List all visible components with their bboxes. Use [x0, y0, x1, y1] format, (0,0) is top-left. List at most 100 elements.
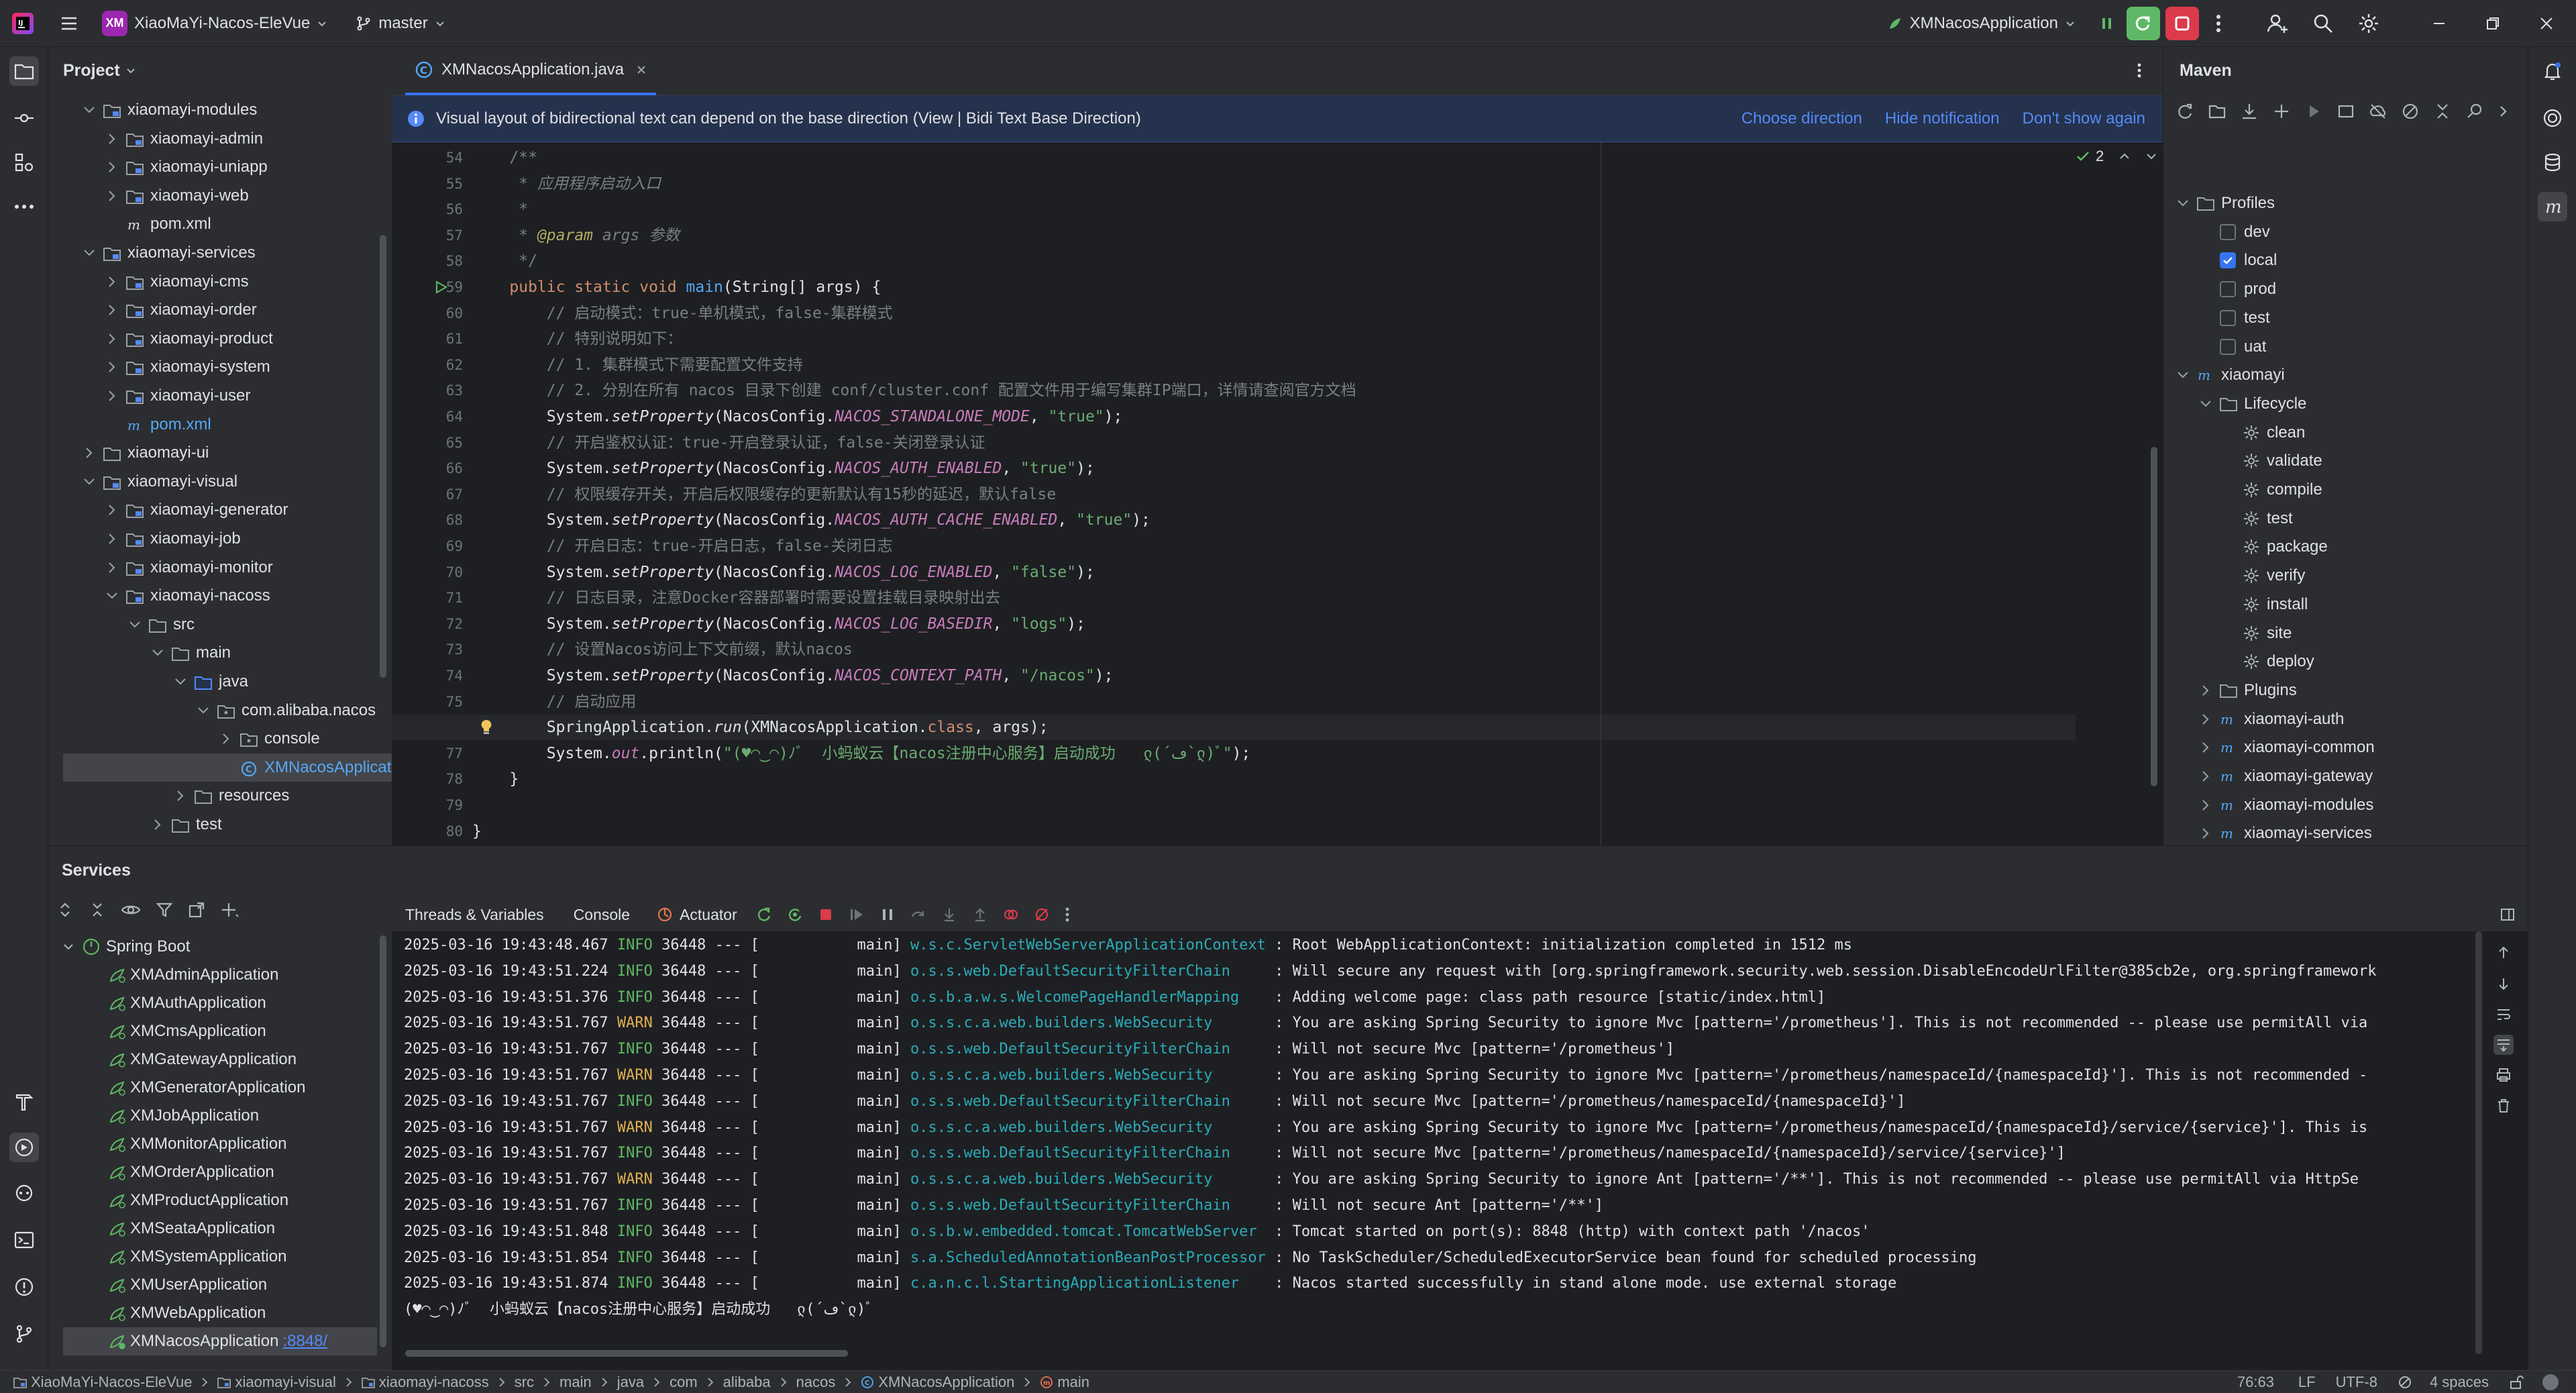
maven-tree-row[interactable]: local	[2198, 246, 2277, 274]
maven-tree-row[interactable]: test	[2221, 505, 2293, 533]
project-tree-row[interactable]: xiaomayi-ui	[48, 439, 392, 467]
project-tree-row[interactable]: xiaomayi-services	[48, 239, 392, 267]
project-tree-row[interactable]: xiaomayi-nacoss	[48, 582, 392, 610]
print-icon[interactable]	[2496, 1067, 2512, 1083]
mute-breakpoints-icon[interactable]	[1034, 907, 1050, 923]
project-tree-row[interactable]: m pom.xml	[48, 411, 392, 439]
stop-button[interactable]	[2165, 6, 2199, 40]
services-tool-button[interactable]	[9, 1133, 39, 1162]
project-tree-row[interactable]: xiaomayi-job	[48, 525, 392, 553]
maven-tree-row[interactable]: m xiaomayi-gateway	[2198, 762, 2373, 790]
maven-tree-row[interactable]: dev	[2198, 218, 2270, 246]
file-encoding[interactable]: UTF-8	[2336, 1374, 2377, 1391]
arrow-down-icon[interactable]	[2496, 976, 2512, 992]
code-with-me-button[interactable]	[2261, 7, 2294, 40]
pause-icon[interactable]	[879, 907, 896, 923]
maven-tree-row[interactable]: m xiaomayi-common	[2198, 733, 2375, 762]
breadcrumb-item[interactable]: xiaomayi-visual	[217, 1374, 336, 1391]
project-tree-row[interactable]: xiaomayi-visual	[48, 468, 392, 496]
service-app-item[interactable]: XMGeneratorApplication	[48, 1074, 392, 1102]
project-tree-row[interactable]: com.alibaba.nacos	[48, 696, 392, 725]
breadcrumb-item[interactable]: src	[515, 1374, 534, 1391]
tab-actuator[interactable]: Actuator	[680, 906, 737, 924]
minimize-button[interactable]	[2412, 0, 2466, 47]
editor-scrollbar[interactable]	[2151, 447, 2157, 786]
git-tool-button[interactable]	[9, 1319, 39, 1349]
maven-tree-row[interactable]: compile	[2221, 476, 2322, 504]
terminal-tool-button[interactable]	[9, 1225, 39, 1255]
maven-tree-row[interactable]: verify	[2221, 562, 2305, 590]
project-tree-row[interactable]: xiaomayi-cms	[48, 268, 392, 296]
dont-show-again-link[interactable]: Don't show again	[2023, 109, 2145, 128]
maven-tree-row[interactable]: uat	[2198, 333, 2266, 361]
breadcrumb-item[interactable]: m main	[1040, 1374, 1089, 1391]
project-tree-row[interactable]: xiaomayi-modules	[48, 96, 392, 124]
maven-tree-row[interactable]: Lifecycle	[2198, 390, 2306, 418]
eye-icon[interactable]	[121, 901, 141, 919]
maven-tree-row[interactable]: deploy	[2221, 648, 2314, 676]
project-tree-row[interactable]: xiaomayi-uniapp	[48, 153, 392, 181]
more-actions-button[interactable]	[2203, 7, 2234, 40]
expand-all-icon[interactable]	[56, 901, 74, 919]
maven-tree-row[interactable]: package	[2221, 533, 2328, 561]
service-app-item[interactable]: XMJobApplication	[48, 1102, 392, 1130]
breadcrumb-item[interactable]: java	[617, 1374, 644, 1391]
branch-switcher[interactable]: master	[347, 7, 453, 40]
checkbox[interactable]	[2220, 309, 2236, 326]
choose-direction-link[interactable]: Choose direction	[1741, 109, 1862, 128]
main-menu-button[interactable]	[51, 7, 87, 40]
inspection-widget[interactable]: 2	[2076, 145, 2157, 168]
project-tree-row[interactable]: java	[48, 668, 392, 696]
step-over-icon[interactable]	[910, 907, 926, 923]
project-scrollbar[interactable]	[380, 235, 386, 678]
checkbox[interactable]	[2220, 338, 2236, 355]
tab-threads-variables[interactable]: Threads & Variables	[405, 906, 544, 924]
services-tree-scrollbar[interactable]	[380, 935, 386, 1347]
resume-icon[interactable]	[849, 907, 865, 923]
project-tree-row[interactable]: console	[48, 725, 392, 753]
build-tool-button[interactable]	[9, 1087, 39, 1117]
project-tree-row[interactable]: C XMNacosApplicati	[63, 753, 392, 782]
pause-button[interactable]	[2090, 7, 2124, 40]
line-separator[interactable]: LF	[2298, 1374, 2316, 1391]
checkbox[interactable]	[2220, 223, 2236, 240]
new-tab-icon[interactable]	[188, 901, 205, 919]
arrow-up-icon[interactable]	[2496, 945, 2512, 961]
breadcrumb-item[interactable]: nacos	[796, 1374, 836, 1391]
project-tree-row[interactable]: target	[48, 839, 392, 845]
project-tree-row[interactable]: src	[48, 611, 392, 639]
checkbox-checked[interactable]	[2220, 252, 2236, 269]
app-port-link[interactable]: :8848/	[282, 1332, 327, 1351]
restart-debug-icon[interactable]	[787, 907, 803, 923]
problems-alt-tool-button[interactable]	[9, 1178, 39, 1208]
service-app-item[interactable]: XMProductApplication	[48, 1186, 392, 1215]
maven-tree-row[interactable]: m xiaomayi	[2176, 361, 2285, 389]
tab-console[interactable]: Console	[574, 906, 630, 924]
breadcrumb-item[interactable]: C XMNacosApplication	[861, 1374, 1014, 1391]
close-window-button[interactable]	[2520, 0, 2573, 47]
maven-tree-row[interactable]: install	[2221, 590, 2308, 619]
breadcrumb-item[interactable]: xiaomayi-nacoss	[361, 1374, 489, 1391]
maven-tree-row[interactable]: m xiaomayi-services	[2198, 819, 2372, 847]
service-app-item[interactable]: XMSeataApplication	[48, 1215, 392, 1243]
project-tree-row[interactable]: test	[48, 811, 392, 839]
commit-tool-button[interactable]	[9, 103, 39, 133]
soft-wrap-icon[interactable]	[2496, 1007, 2512, 1023]
maven-tree-row[interactable]: m xiaomayi-auth	[2198, 705, 2344, 733]
rerun-icon[interactable]	[756, 907, 772, 923]
project-tree-row[interactable]: main	[48, 639, 392, 667]
lock-open-icon[interactable]	[2509, 1375, 2524, 1390]
console-vscrollbar[interactable]	[2475, 931, 2482, 1354]
filter-icon[interactable]	[156, 901, 173, 919]
structure-tool-button[interactable]	[9, 148, 39, 177]
service-app-item[interactable]: XMUserApplication	[48, 1271, 392, 1299]
run-config-selector[interactable]: XMNacosApplication	[1879, 7, 2084, 40]
service-app-item[interactable]: XMWebApplication	[48, 1299, 392, 1327]
console-hscrollbar[interactable]	[405, 1350, 848, 1357]
more-tools-button[interactable]	[9, 192, 39, 221]
service-app-item[interactable]: XMAuthApplication	[48, 989, 392, 1017]
service-app-item[interactable]: XMCmsApplication	[48, 1017, 392, 1045]
ai-assistant-tool-button[interactable]	[2538, 103, 2567, 133]
problems-tool-button[interactable]	[9, 1272, 39, 1302]
memory-indicator[interactable]	[2542, 1374, 2559, 1390]
